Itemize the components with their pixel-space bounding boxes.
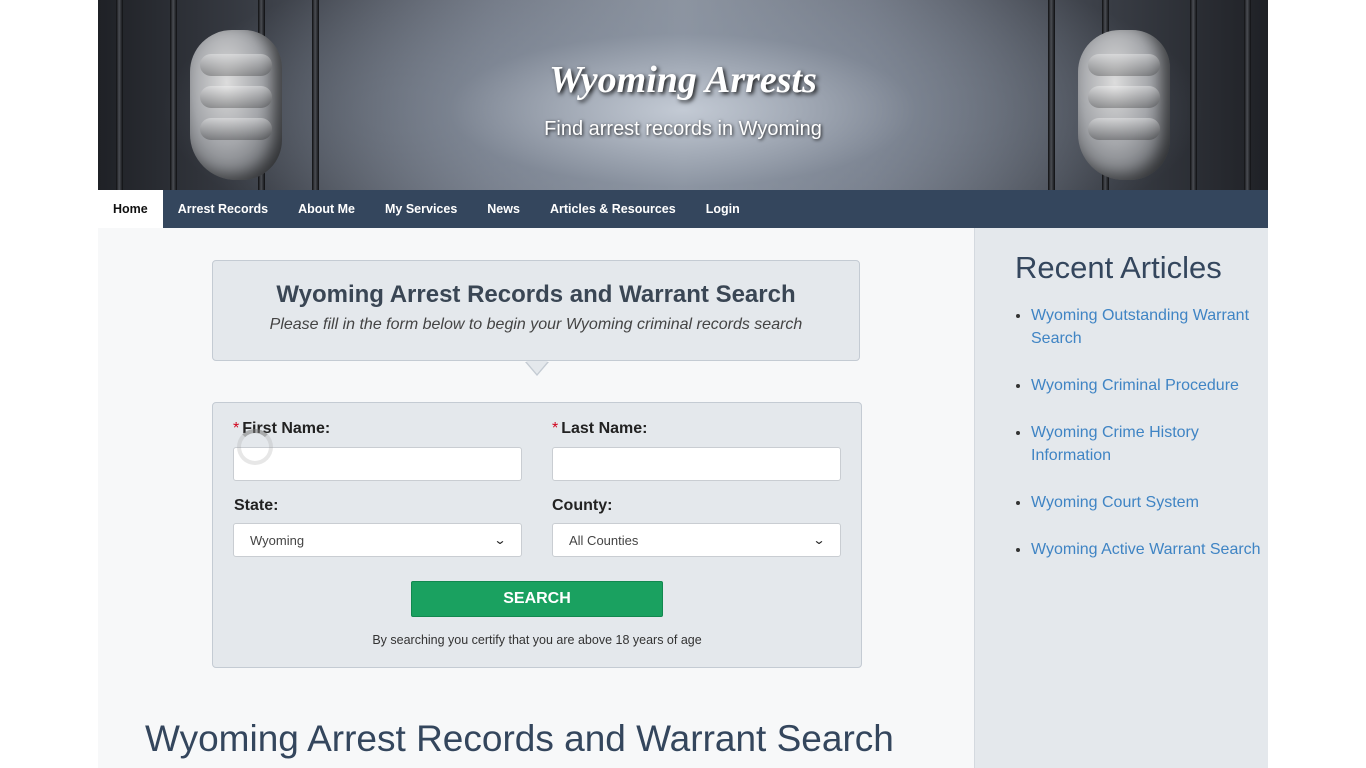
chevron-down-icon: ⌄ [493,533,507,547]
county-selected-value: All Counties [569,532,639,548]
list-item: Wyoming Outstanding Warrant Search [1031,304,1268,350]
search-header-box: Wyoming Arrest Records and Warrant Searc… [212,260,860,361]
nav-item-login[interactable]: Login [691,190,755,228]
recent-articles-list: Wyoming Outstanding Warrant Search Wyomi… [1015,304,1268,585]
nav-item-my-services[interactable]: My Services [370,190,472,228]
search-button[interactable]: SEARCH [411,581,663,617]
article-link-criminal-procedure[interactable]: Wyoming Criminal Procedure [1031,377,1239,394]
callout-arrow [525,361,549,376]
nav-item-articles-resources[interactable]: Articles & Resources [535,190,691,228]
hand-right-image [1078,30,1170,180]
age-disclaimer: By searching you certify that you are ab… [372,633,702,647]
list-item: Wyoming Criminal Procedure [1031,374,1268,397]
search-form: * First Name: * Last Name: State: Wyoming … [212,402,862,668]
search-title: Wyoming Arrest Records and Warrant Searc… [276,281,796,308]
loading-spinner-icon [237,429,273,465]
required-marker: * [233,420,240,437]
nav-item-home[interactable]: Home [98,190,163,228]
last-name-label: * Last Name: [552,420,648,437]
sidebar: Recent Articles Wyoming Outstanding Warr… [974,228,1268,768]
chevron-down-icon: ⌄ [812,533,826,547]
required-marker: * [552,420,559,437]
list-item: Wyoming Crime History Information [1031,421,1268,467]
page: Wyoming Arrests Find arrest records in W… [98,0,1268,768]
hand-left-image [190,30,282,180]
main-nav: Home Arrest Records About Me My Services… [98,190,1268,228]
article-link-outstanding-warrant[interactable]: Wyoming Outstanding Warrant Search [1031,307,1249,347]
county-select[interactable]: All Counties ⌄ [552,523,841,557]
last-name-input[interactable] [552,447,841,481]
site-subtitle: Find arrest records in Wyoming [544,118,822,140]
recent-articles-title: Recent Articles [1015,250,1222,285]
nav-item-about-me[interactable]: About Me [283,190,370,228]
state-select[interactable]: Wyoming ⌄ [233,523,522,557]
header-banner: Wyoming Arrests Find arrest records in W… [98,0,1268,190]
state-label: State: [234,497,279,514]
page-heading: Wyoming Arrest Records and Warrant Searc… [145,718,894,759]
state-selected-value: Wyoming [250,532,305,548]
site-title: Wyoming Arrests [549,59,817,101]
nav-item-news[interactable]: News [472,190,535,228]
nav-item-arrest-records[interactable]: Arrest Records [163,190,283,228]
article-link-court-system[interactable]: Wyoming Court System [1031,494,1199,511]
article-link-active-warrant[interactable]: Wyoming Active Warrant Search [1031,541,1261,558]
first-name-input[interactable] [233,447,522,481]
list-item: Wyoming Active Warrant Search [1031,538,1268,561]
search-subtitle: Please fill in the form below to begin y… [269,316,803,333]
county-label: County: [552,497,613,514]
main-content: Wyoming Arrest Records and Warrant Searc… [98,228,974,768]
list-item: Wyoming Court System [1031,491,1268,514]
article-link-crime-history[interactable]: Wyoming Crime History Information [1031,424,1199,464]
